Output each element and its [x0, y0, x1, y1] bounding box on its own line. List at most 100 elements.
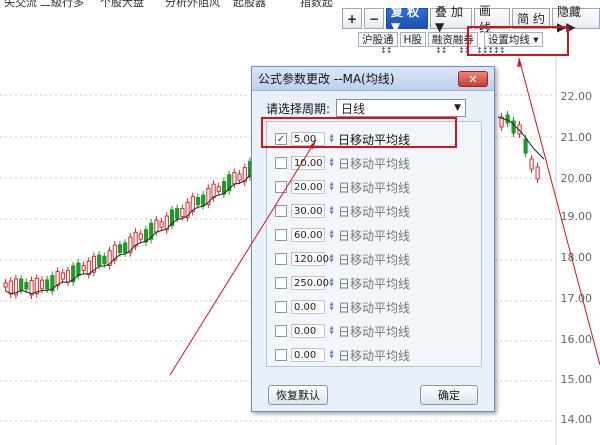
- ma-param-label: 日移动平均线: [338, 180, 411, 195]
- ma-period-input[interactable]: 30.00: [291, 204, 325, 218]
- ma-period-input[interactable]: 10.00: [291, 156, 325, 170]
- spinner-icon[interactable]: ▲ ▼: [327, 229, 336, 242]
- candle-body: [123, 242, 128, 254]
- event-marker[interactable]: ↕↕: [380, 46, 392, 55]
- price-tick: 17.00: [560, 292, 593, 305]
- candle-body: [535, 166, 540, 180]
- ma-period-input[interactable]: 60.00: [291, 228, 325, 242]
- overlay-dropdown[interactable]: 叠 加 ▼: [430, 5, 472, 34]
- top-menu-item[interactable]: 个股大盘: [100, 0, 144, 8]
- zoom-in-button[interactable]: +: [342, 8, 362, 29]
- spinner-icon[interactable]: ▲ ▼: [327, 181, 336, 194]
- top-menu-item[interactable]: 起股器: [233, 0, 266, 8]
- candle-body: [76, 262, 81, 276]
- top-menu-item[interactable]: 二級行多: [40, 0, 84, 8]
- ma-param-label: 日移动平均线: [338, 228, 411, 243]
- zoom-out-button[interactable]: −: [364, 8, 384, 29]
- ma-period-input[interactable]: 0.00: [291, 300, 325, 314]
- period-select[interactable]: 日线 ▼: [336, 99, 467, 117]
- h-share-button[interactable]: H股: [399, 32, 426, 47]
- candle-body: [211, 183, 216, 199]
- highlight-box-ma-settings: [467, 26, 569, 56]
- candle-body: [3, 282, 8, 288]
- ma-checkbox[interactable]: [275, 253, 287, 265]
- candle-body: [102, 255, 107, 265]
- ma-period-input[interactable]: 0.00: [291, 324, 325, 338]
- candle-body: [195, 196, 201, 206]
- ma-line: [497, 116, 545, 160]
- ma-param-row: 20.00 ▲ ▼ 日移动平均线: [275, 178, 410, 196]
- fuquan-dropdown[interactable]: 复 权 ▼: [386, 5, 428, 34]
- ma-checkbox[interactable]: [275, 229, 287, 241]
- ma-param-row: 0.00 ▲ ▼ 日移动平均线: [275, 322, 410, 340]
- candle-body: [201, 194, 206, 207]
- candle-body: [19, 278, 24, 291]
- ma-period-input[interactable]: 20.00: [291, 180, 325, 194]
- ma-param-label: 日移动平均线: [338, 300, 411, 315]
- candle-body: [97, 254, 102, 266]
- top-menu-item[interactable]: 指数起来: [300, 0, 340, 8]
- price-tick: 22.00: [560, 90, 593, 103]
- candle-body: [154, 219, 159, 233]
- price-tick: 14.00: [560, 413, 593, 426]
- spinner-icon[interactable]: ▲ ▼: [327, 157, 336, 170]
- top-menu-item[interactable]: 分析外阻风: [165, 0, 220, 8]
- highlight-box-first-ma: [261, 117, 457, 148]
- candle-body: [237, 173, 242, 181]
- event-marker[interactable]: ↕↕: [435, 46, 447, 55]
- period-row: 请选择周期: 日线 ▼: [266, 99, 467, 117]
- ma-param-label: 日移动平均线: [338, 348, 411, 363]
- ma-checkbox[interactable]: [275, 349, 287, 361]
- ma-param-row: 250.00 ▲ ▼ 日移动平均线: [275, 274, 410, 292]
- candle-body: [81, 265, 86, 271]
- reset-default-button[interactable]: 恢复默认: [268, 385, 328, 405]
- close-icon[interactable]: ✕: [458, 71, 488, 87]
- ma-param-row: 60.00 ▲ ▼ 日移动平均线: [275, 226, 410, 244]
- candle-body: [45, 279, 50, 290]
- ma-param-label: 日移动平均线: [338, 324, 411, 339]
- params-panel: ✓ 5.00 ▲ ▼ 日移动平均线 10.00 ▲ ▼ 日移动平均线 20.00 ▲ ▼ 日移动平均线 3…: [266, 121, 482, 367]
- candle-body: [523, 138, 528, 154]
- ma-checkbox[interactable]: [275, 301, 287, 313]
- ma-param-label: 日移动平均线: [338, 156, 411, 171]
- candle-body: [138, 233, 143, 240]
- price-tick: 18.00: [560, 251, 593, 264]
- candle-body: [143, 229, 149, 243]
- ma-period-input[interactable]: 250.00: [291, 276, 329, 290]
- candle-body: [60, 272, 65, 280]
- price-axis: 22.00 21.00 20.00 19.00 18.00 17.00 16.0…: [556, 55, 600, 445]
- ok-button[interactable]: 确定: [420, 385, 478, 405]
- top-menu-strip: 失交流 二級行多 个股大盘 分析外阻风 起股器 指数起来: [0, 0, 340, 8]
- candle-body: [505, 114, 510, 124]
- ma-checkbox[interactable]: [275, 181, 287, 193]
- ma-param-row: 0.00 ▲ ▼ 日移动平均线: [275, 298, 410, 316]
- chevron-down-icon: ▼: [454, 103, 462, 113]
- spinner-icon[interactable]: ▲ ▼: [327, 301, 336, 314]
- ma-param-row: 120.00 ▲ ▼ 日移动平均线: [275, 250, 410, 268]
- ma-param-label: 日移动平均线: [338, 252, 411, 267]
- spinner-icon[interactable]: ▲ ▼: [327, 253, 336, 266]
- ma-checkbox[interactable]: [275, 325, 287, 337]
- price-tick: 19.00: [560, 210, 593, 223]
- ma-period-input[interactable]: 120.00: [291, 252, 329, 266]
- spinner-icon[interactable]: ▲ ▼: [327, 277, 336, 290]
- candle-body: [24, 281, 29, 290]
- spinner-icon[interactable]: ▲ ▼: [327, 325, 336, 338]
- candle-body: [216, 186, 221, 192]
- ma-param-row: 10.00 ▲ ▼ 日移动平均线: [275, 154, 410, 172]
- ma-param-label: 日移动平均线: [338, 276, 411, 291]
- ma-param-label: 日移动平均线: [338, 204, 411, 219]
- candle-body: [39, 279, 45, 290]
- candle-body: [180, 208, 185, 218]
- ma-checkbox[interactable]: [275, 277, 287, 289]
- candle-body: [232, 171, 237, 185]
- candle-body: [8, 280, 13, 295]
- ma-checkbox[interactable]: [275, 157, 287, 169]
- top-menu-item[interactable]: 失交流: [4, 0, 37, 8]
- hugutong-button[interactable]: 沪股通: [358, 32, 398, 47]
- spinner-icon[interactable]: ▲ ▼: [327, 205, 336, 218]
- spinner-icon[interactable]: ▲ ▼: [327, 349, 336, 362]
- candle-body: [65, 270, 71, 283]
- ma-period-input[interactable]: 0.00: [291, 348, 325, 362]
- ma-checkbox[interactable]: [275, 205, 287, 217]
